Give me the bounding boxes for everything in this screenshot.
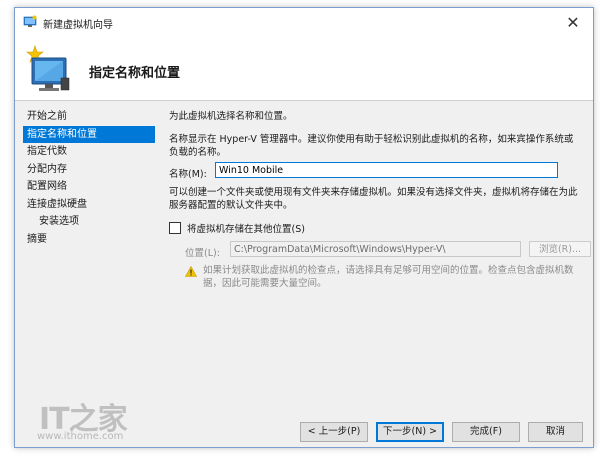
close-button[interactable]: ✕ bbox=[553, 8, 593, 36]
step-summary[interactable]: 摘要 bbox=[23, 231, 155, 249]
step-install-options[interactable]: 安装选项 bbox=[23, 213, 155, 231]
intro-text: 为此虚拟机选择名称和位置。 bbox=[169, 111, 293, 122]
cancel-button[interactable]: 取消 bbox=[528, 422, 583, 442]
previous-button[interactable]: < 上一步(P) bbox=[300, 422, 368, 442]
name-label: 名称(M): bbox=[169, 169, 207, 180]
watermark-url: www.ithome.com bbox=[37, 431, 124, 442]
wizard-steps-nav: 开始之前 指定名称和位置 指定代数 分配内存 配置网络 连接虚拟硬盘 安装选项 … bbox=[23, 108, 155, 248]
step-before-you-begin[interactable]: 开始之前 bbox=[23, 108, 155, 126]
window-title: 新建虚拟机向导 bbox=[43, 20, 113, 31]
store-elsewhere-label: 将虚拟机存储在其他位置(S) bbox=[187, 224, 305, 235]
step-name-and-location[interactable]: 指定名称和位置 bbox=[23, 125, 155, 143]
step-virtual-disk[interactable]: 连接虚拟硬盘 bbox=[23, 196, 155, 214]
store-elsewhere-checkbox[interactable] bbox=[169, 222, 181, 234]
step-generation[interactable]: 指定代数 bbox=[23, 143, 155, 161]
browse-button: 浏览(R)... bbox=[529, 241, 591, 257]
page-title: 指定名称和位置 bbox=[89, 66, 181, 81]
step-network[interactable]: 配置网络 bbox=[23, 178, 155, 196]
location-label: 位置(L): bbox=[185, 248, 220, 259]
warning-icon bbox=[185, 266, 197, 277]
close-icon: ✕ bbox=[566, 12, 580, 32]
new-vm-wizard-icon bbox=[26, 45, 70, 91]
store-elsewhere-option[interactable]: 将虚拟机存储在其他位置(S) bbox=[169, 221, 305, 235]
name-input[interactable] bbox=[215, 162, 558, 178]
wizard-content: 为此虚拟机选择名称和位置。 名称显示在 Hyper-V 管理器中。建议你使用有助… bbox=[168, 100, 591, 385]
wizard-window: 新建虚拟机向导 ✕ 指定名称和位置 开始之前 指定名称和位置 指定代数 分配内存… bbox=[14, 7, 594, 448]
next-button[interactable]: 下一步(N) > bbox=[376, 422, 444, 442]
folder-hint-text: 可以创建一个文件夹或使用现有文件夹来存储虚拟机。如果没有选择文件夹，虚拟机将存储… bbox=[169, 187, 578, 211]
checkpoint-warning-text: 如果计划获取此虚拟机的检查点，请选择具有足够可用空间的位置。检查点包含虚拟机数据… bbox=[203, 265, 574, 289]
site-watermark: IT之家 www.ithome.com bbox=[37, 394, 147, 448]
wizard-header: 指定名称和位置 bbox=[15, 36, 593, 101]
wizard-app-icon bbox=[23, 15, 37, 27]
finish-button[interactable]: 完成(F) bbox=[452, 422, 520, 442]
location-input bbox=[230, 241, 521, 257]
step-memory[interactable]: 分配内存 bbox=[23, 161, 155, 179]
title-bar[interactable]: 新建虚拟机向导 ✕ bbox=[15, 8, 593, 36]
name-hint-text: 名称显示在 Hyper-V 管理器中。建议你使用有助于轻松识别此虚拟机的名称，如… bbox=[169, 134, 574, 158]
